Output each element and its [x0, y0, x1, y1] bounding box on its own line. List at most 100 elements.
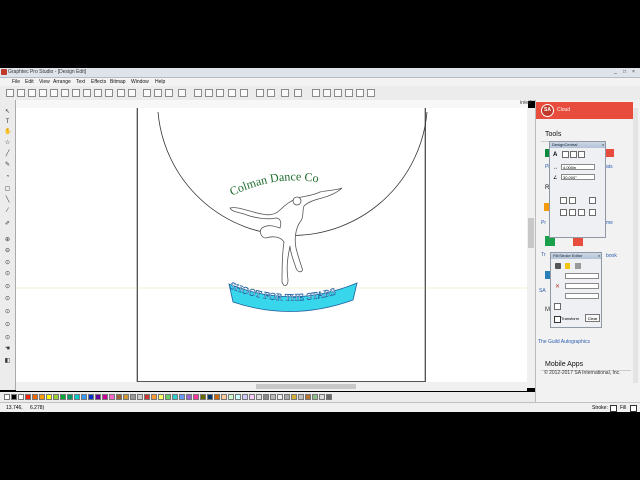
text-effect-1-icon[interactable]	[560, 209, 567, 216]
design-central-close-icon[interactable]: ×	[600, 142, 606, 148]
fill-stroke-close-icon[interactable]: ×	[596, 253, 602, 259]
tool-app-icon-2[interactable]	[606, 149, 614, 157]
swatch-pale-cyan[interactable]	[235, 394, 241, 400]
transform-checkbox[interactable]	[554, 316, 561, 323]
swatch-amber[interactable]	[39, 394, 45, 400]
swatch-blue[interactable]	[88, 394, 94, 400]
fill-opacity-field[interactable]	[565, 293, 599, 299]
swatch-cyan[interactable]	[74, 394, 80, 400]
swatch-brown[interactable]	[116, 394, 122, 400]
swatch-copper[interactable]	[305, 394, 311, 400]
stroke-pen-icon[interactable]	[565, 263, 570, 269]
arc-mode-2-icon[interactable]	[570, 151, 577, 158]
swatch-magenta[interactable]	[102, 394, 108, 400]
swatch-gray[interactable]	[130, 394, 136, 400]
fill-swatch-preview[interactable]	[554, 303, 561, 310]
text-effect-3-icon[interactable]	[578, 209, 585, 216]
swatch-tan[interactable]	[123, 394, 129, 400]
fill-color-field[interactable]	[565, 283, 599, 289]
no-fill-icon[interactable]: ✕	[555, 283, 560, 290]
swatch-navy[interactable]	[207, 394, 213, 400]
swatch-black[interactable]	[11, 394, 17, 400]
transform-label: Transform	[561, 316, 580, 321]
coords-y: 6.278)	[30, 405, 45, 411]
tool-link-sa[interactable]: SA	[539, 288, 546, 294]
swatch-peach[interactable]	[221, 394, 227, 400]
swatch-periwinkle[interactable]	[179, 394, 185, 400]
swatch-aqua[interactable]	[172, 394, 178, 400]
swatch-gray-2[interactable]	[270, 394, 276, 400]
design-central-title[interactable]: DesignCentral	[550, 142, 605, 148]
swatch-lavender[interactable]	[186, 394, 192, 400]
tool-link-book[interactable]: book	[606, 253, 617, 259]
swatch-metal-silver[interactable]	[298, 394, 304, 400]
swatch-silver[interactable]	[137, 394, 143, 400]
swatch-platinum[interactable]	[319, 394, 325, 400]
swatch-green[interactable]	[60, 394, 66, 400]
text-effect-4-icon[interactable]	[589, 209, 596, 216]
horizontal-scrollbar[interactable]	[16, 382, 527, 391]
sa-logo-icon: SA	[541, 104, 554, 117]
align-left-icon[interactable]	[560, 197, 567, 204]
swatch-light-gray[interactable]	[256, 394, 262, 400]
text-effect-2-icon[interactable]	[569, 209, 576, 216]
tool-link-tr[interactable]: Tr	[541, 252, 546, 258]
size-icon: ↔	[553, 165, 558, 171]
swatch-mid-gray[interactable]	[263, 394, 269, 400]
horizontal-scroll-thumb[interactable]	[256, 384, 356, 389]
guild-link[interactable]: The Guild Autographics	[538, 339, 590, 345]
swatch-purple[interactable]	[95, 394, 101, 400]
swatch-pale-pink[interactable]	[249, 394, 255, 400]
texture-icon[interactable]	[575, 263, 581, 269]
swatch-pale-blue[interactable]	[242, 394, 248, 400]
fill-bucket-icon[interactable]	[555, 263, 561, 269]
copyright-text: © 2012-2017 SA International, Inc.	[544, 370, 621, 376]
letterbox-bottom	[0, 412, 640, 480]
stroke-swatch[interactable]	[610, 405, 617, 412]
swatch-sky[interactable]	[81, 394, 87, 400]
swatch-none[interactable]	[4, 394, 10, 400]
swatch-lemon[interactable]	[158, 394, 164, 400]
vertical-scroll-thumb[interactable]	[528, 218, 534, 248]
swatch-crimson[interactable]	[144, 394, 150, 400]
align-right-icon[interactable]	[589, 197, 596, 204]
fill-label: Fill	[620, 405, 627, 411]
arc-text-top: Colman Dance Co	[227, 169, 320, 198]
swatch-rust[interactable]	[214, 394, 220, 400]
swatch-gold[interactable]	[291, 394, 297, 400]
align-center-icon[interactable]	[569, 197, 576, 204]
swatch-dim-gray[interactable]	[326, 394, 332, 400]
swatch-red[interactable]	[25, 394, 31, 400]
arc-size-field[interactable]: 4.000in	[561, 164, 595, 170]
swatch-near-white[interactable]	[277, 394, 283, 400]
color-palette	[0, 392, 535, 402]
cloud-header-label: Cloud	[557, 107, 571, 113]
fill-type-select[interactable]	[565, 273, 599, 279]
fill-stroke-title[interactable]: Fill/Stroke Editor	[551, 253, 601, 259]
swatch-pink[interactable]	[109, 394, 115, 400]
text-tool-a-icon[interactable]: A	[553, 152, 557, 158]
pane-scrollbar[interactable]	[633, 108, 638, 383]
swatch-lime[interactable]	[53, 394, 59, 400]
tool-link-ats[interactable]: ats	[606, 164, 613, 170]
vertical-scrollbar[interactable]	[527, 108, 535, 388]
tool-link-pr[interactable]: Pr	[541, 220, 546, 226]
swatch-mint[interactable]	[165, 394, 171, 400]
swatch-teal[interactable]	[67, 394, 73, 400]
stroke-label: Stroke:	[592, 405, 608, 411]
fill-swatch[interactable]	[630, 405, 637, 412]
arc-mode-icon[interactable]	[562, 151, 569, 158]
clear-button[interactable]: Clear	[585, 314, 600, 322]
swatch-white[interactable]	[18, 394, 24, 400]
swatch-pale-green[interactable]	[228, 394, 234, 400]
swatch-gray-3[interactable]	[284, 394, 290, 400]
arc-angle-field[interactable]: 30.000°	[561, 174, 595, 180]
tool-link-me[interactable]: me	[606, 220, 613, 226]
swatch-apricot[interactable]	[151, 394, 157, 400]
swatch-olive[interactable]	[200, 394, 206, 400]
swatch-yellow[interactable]	[46, 394, 52, 400]
swatch-orange[interactable]	[32, 394, 38, 400]
swatch-rose[interactable]	[193, 394, 199, 400]
arc-mode-3-icon[interactable]	[578, 151, 585, 158]
swatch-sage[interactable]	[312, 394, 318, 400]
